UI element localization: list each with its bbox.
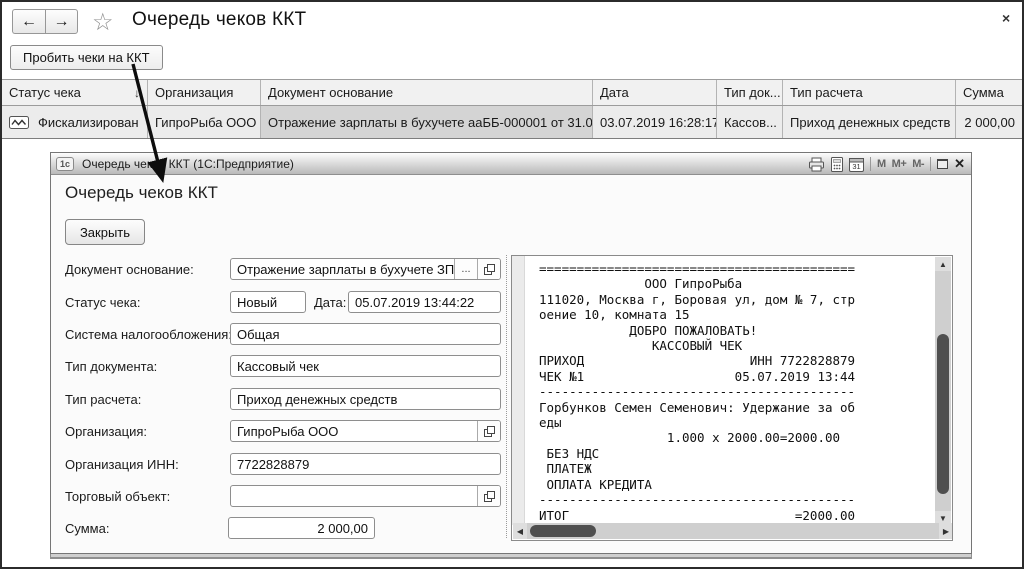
receipts-table: Статус чека ↓ Организация Документ основ… [2,79,1022,139]
printer-icon[interactable] [808,157,825,172]
receipt-preview-panel: ========================================… [511,255,953,541]
memory-m-minus-button[interactable]: M- [912,158,924,170]
inn-field[interactable]: 7722828879 [230,453,501,475]
horizontal-scroll-thumb[interactable] [530,525,596,537]
kkt-queue-dialog: 1с Очередь чеков ККТ (1С:Предприятие) 31… [50,152,972,554]
page-close-icon[interactable]: × [1002,10,1010,26]
calculator-icon[interactable] [831,157,843,172]
close-dialog-button[interactable]: Закрыть [65,219,145,245]
status-label: Статус чека: [65,295,141,310]
table-row[interactable]: Фискализирован ГипроРыба ООО Отражение з… [2,106,1022,139]
dialog-title: Очередь чеков ККТ (1С:Предприятие) [82,157,294,171]
column-header-sum[interactable]: Сумма [956,80,1022,105]
calc-type-label: Тип расчета: [65,392,141,407]
date-field[interactable]: 05.07.2019 13:44:22 [348,291,501,313]
cell-doc-type[interactable]: Кассов... [717,106,783,138]
column-header-doc-type[interactable]: Тип док... [717,80,783,105]
memory-m-plus-button[interactable]: M+ [892,158,907,170]
memory-m-button[interactable]: M [877,158,886,170]
nav-button-group: ← → [12,9,78,34]
date-label: Дата: [314,295,346,310]
tax-system-label: Система налогообложения: [65,327,232,342]
inn-label: Организация ИНН: [65,457,179,472]
titlebar-separator [870,157,871,171]
column-header-organization[interactable]: Организация [148,80,261,105]
organization-value: ГипроРыба ООО [231,421,477,441]
receipt-gutter [512,256,525,525]
sum-label: Сумма: [65,521,109,536]
cell-date[interactable]: 03.07.2019 16:28:17 [593,106,717,138]
punch-receipts-button[interactable]: Пробить чеки на ККТ [10,45,163,70]
forward-button[interactable]: → [45,9,78,34]
cell-base-document[interactable]: Отражение зарплаты в бухучете ааББ-00000… [261,106,593,138]
column-header-calc-type[interactable]: Тип расчета [783,80,956,105]
tax-system-field[interactable]: Общая [230,323,501,345]
cell-sum[interactable]: 2 000,00 [956,106,1022,138]
status-field[interactable]: Новый [230,291,306,313]
dialog-titlebar[interactable]: 1с Очередь чеков ККТ (1С:Предприятие) 31… [51,153,971,175]
organization-label: Организация: [65,424,147,439]
trade-object-field[interactable] [230,485,501,507]
receipt-status-icon [9,116,29,129]
trade-object-label: Торговый объект: [65,489,170,504]
back-button[interactable]: ← [12,9,45,34]
sum-field[interactable]: 2 000,00 [228,517,375,539]
scroll-left-icon[interactable]: ◀ [513,523,527,539]
svg-text:31: 31 [852,162,860,171]
status-text: Фискализирован [38,115,139,130]
column-header-label: Статус чека [9,85,81,100]
column-header-date[interactable]: Дата [593,80,717,105]
cell-organization[interactable]: ГипроРыба ООО [148,106,261,138]
page-title: Очередь чеков ККТ [132,9,306,31]
app-window: ← → ☆ Очередь чеков ККТ × Пробить чеки н… [0,0,1024,569]
doc-type-field[interactable]: Кассовый чек [230,355,501,377]
calc-type-field[interactable]: Приход денежных средств [230,388,501,410]
dialog-close-icon[interactable]: ✕ [954,156,965,172]
choose-dots-button[interactable]: ... [454,259,477,279]
open-link-icon[interactable] [477,421,500,441]
scroll-up-icon[interactable]: ▲ [935,257,951,271]
open-link-icon[interactable] [477,486,500,506]
1c-logo-icon: 1с [56,157,74,171]
trade-object-value [231,486,477,506]
titlebar-icons: 31 M M+ M- ✕ [808,153,965,175]
doc-base-value: Отражение зарплаты в бухучете ЗПЗК [231,259,454,279]
titlebar-separator [930,157,931,171]
table-header-row: Статус чека ↓ Организация Документ основ… [2,79,1022,106]
horizontal-scrollbar[interactable]: ◀ ▶ [513,523,953,539]
receipt-text: ========================================… [539,261,855,523]
vertical-scrollbar[interactable]: ▲ ▼ [935,257,951,525]
sort-descending-icon[interactable]: ↓ [134,86,140,100]
calendar-icon[interactable]: 31 [849,157,864,172]
open-link-icon[interactable] [477,259,500,279]
maximize-icon[interactable] [937,159,948,169]
column-header-base-document[interactable]: Документ основание [261,80,593,105]
doc-base-label: Документ основание: [65,262,194,277]
dialog-heading: Очередь чеков ККТ [65,183,218,203]
column-header-status[interactable]: Статус чека ↓ [2,80,148,105]
cell-status[interactable]: Фискализирован [2,106,148,138]
doc-base-field[interactable]: Отражение зарплаты в бухучете ЗПЗК ... [230,258,501,280]
scroll-right-icon[interactable]: ▶ [939,523,953,539]
cell-calc-type[interactable]: Приход денежных средств [783,106,956,138]
favorite-star-icon[interactable]: ☆ [92,8,114,37]
doc-type-label: Тип документа: [65,359,157,374]
form-splitter[interactable] [506,255,507,538]
vertical-scroll-thumb[interactable] [937,334,949,494]
organization-field[interactable]: ГипроРыба ООО [230,420,501,442]
